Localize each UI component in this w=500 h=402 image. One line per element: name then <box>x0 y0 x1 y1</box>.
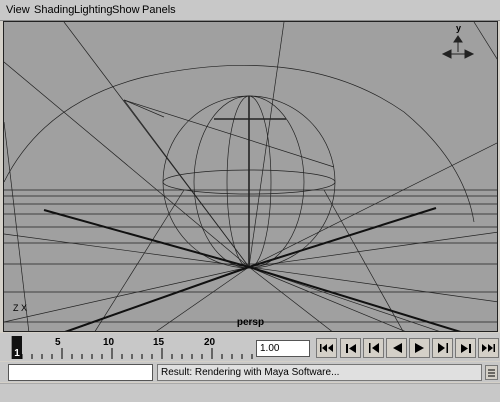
play-backward-icon <box>392 343 402 353</box>
help-line <box>0 383 500 402</box>
view-cube[interactable]: y <box>441 23 475 66</box>
time-slider[interactable]: 1 5 10 15 20 <box>11 336 255 359</box>
step-back-frame-icon <box>368 343 379 353</box>
axis-orientation-label: Z X <box>13 303 28 313</box>
tick-label: 15 <box>153 337 165 348</box>
go-to-end-icon <box>482 344 495 352</box>
command-result-field: Result: Rendering with Maya Software... <box>157 364 482 381</box>
step-back-key-button[interactable] <box>340 338 361 358</box>
play-backward-button[interactable] <box>386 338 407 358</box>
script-editor-button[interactable] <box>485 365 498 380</box>
tick-label: 20 <box>204 337 216 348</box>
step-back-key-icon <box>345 343 356 353</box>
menu-show[interactable]: Show <box>112 4 140 16</box>
view-axis-icon <box>441 35 475 59</box>
scene-wireframe <box>4 22 497 331</box>
play-forward-button[interactable] <box>409 338 430 358</box>
menu-panels[interactable]: Panels <box>142 4 176 16</box>
script-editor-icon <box>488 369 495 377</box>
frame-ticks <box>21 348 253 359</box>
menu-view[interactable]: View <box>6 4 30 16</box>
perspective-viewport[interactable]: y Z X persp <box>3 21 498 332</box>
camera-name-label: persp <box>236 317 265 328</box>
step-back-frame-button[interactable] <box>363 338 384 358</box>
play-forward-icon <box>414 343 424 353</box>
go-to-start-button[interactable] <box>316 338 337 358</box>
go-to-start-icon <box>320 344 333 352</box>
tick-label: 10 <box>103 337 115 348</box>
menu-shading[interactable]: Shading <box>34 4 74 16</box>
command-input[interactable] <box>8 364 153 381</box>
panel-menu-bar: View Shading Lighting Show Panels <box>0 0 500 21</box>
view-cube-axis-label: y <box>456 23 462 33</box>
step-forward-frame-icon <box>437 343 448 353</box>
go-to-end-button[interactable] <box>478 338 499 358</box>
tick-label: 5 <box>55 337 61 348</box>
command-line-bar: Result: Rendering with Maya Software... <box>0 362 500 382</box>
step-forward-key-icon <box>460 343 471 353</box>
menu-lighting[interactable]: Lighting <box>74 4 113 16</box>
current-time-field[interactable]: 1.00 <box>256 340 310 357</box>
step-forward-key-button[interactable] <box>455 338 476 358</box>
time-slider-bar: 1 5 10 15 20 1.00 <box>0 333 500 361</box>
step-forward-frame-button[interactable] <box>432 338 453 358</box>
